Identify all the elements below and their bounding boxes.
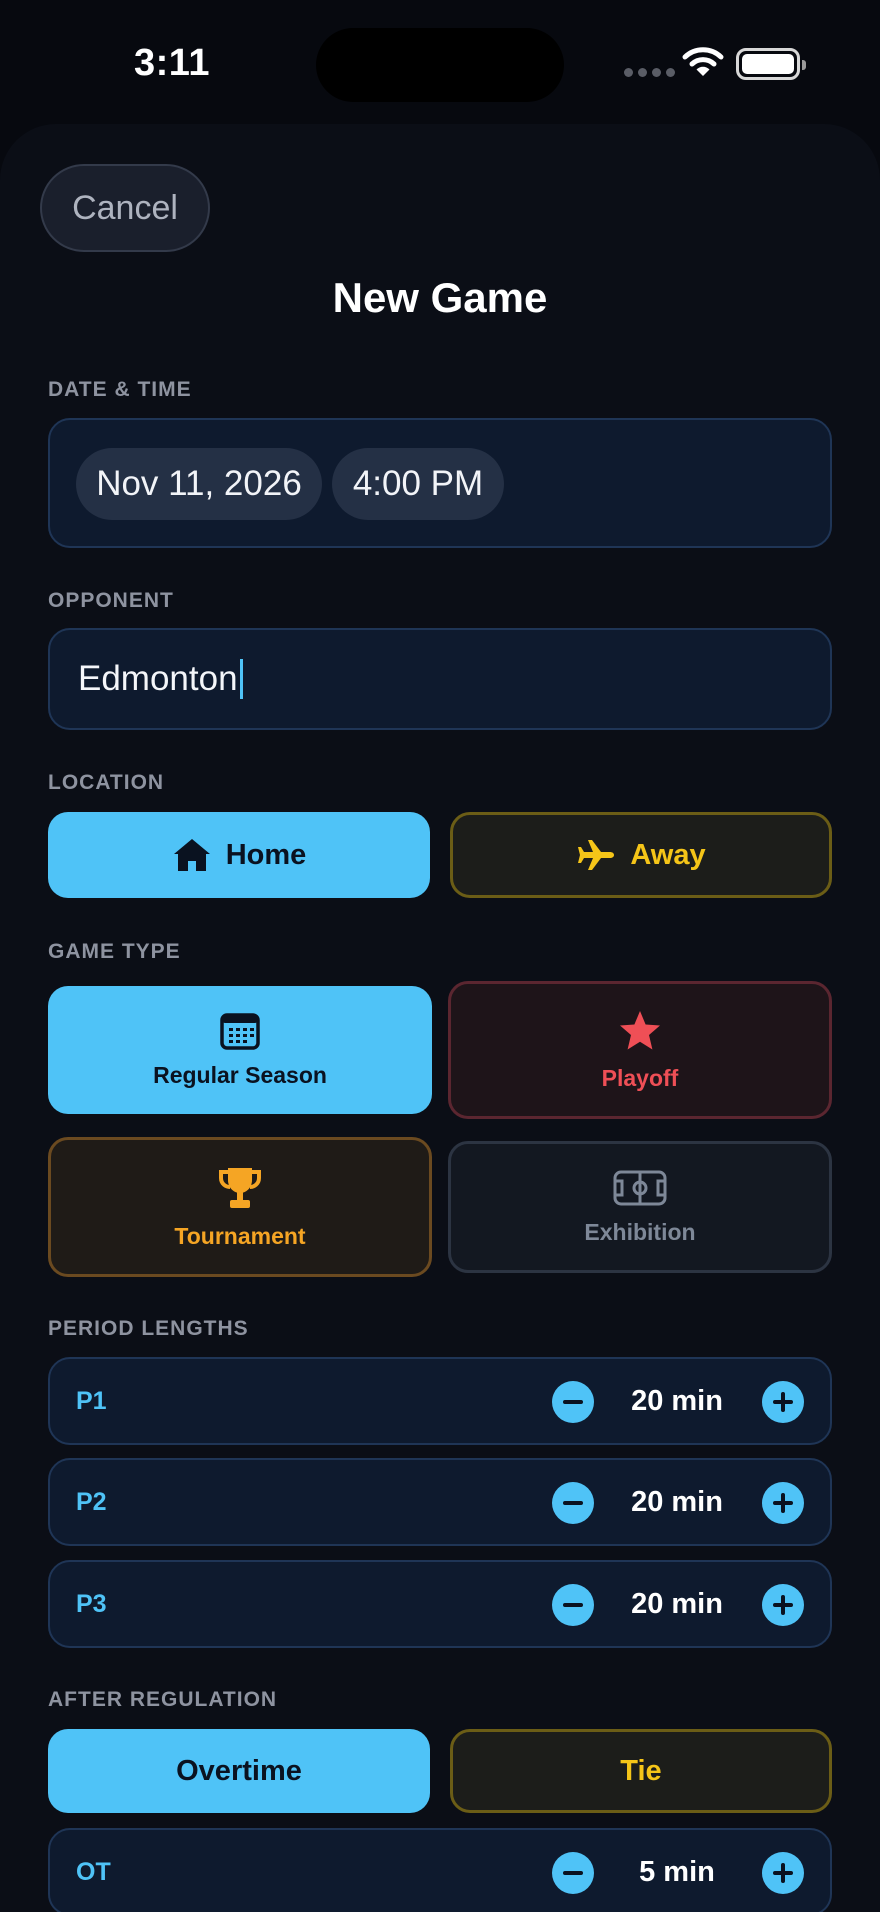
house-icon — [173, 839, 210, 871]
battery-icon — [736, 48, 806, 80]
tie-button[interactable]: Tie — [450, 1729, 832, 1813]
cellular-icon — [624, 68, 675, 77]
playoff-label: Playoff — [601, 1064, 679, 1091]
home-button[interactable]: Home — [48, 812, 430, 898]
home-label: Home — [225, 838, 307, 871]
minus-icon — [563, 1871, 583, 1875]
rink-icon — [613, 1170, 667, 1205]
star-icon — [620, 1010, 660, 1049]
exhibition-button[interactable]: Exhibition — [448, 1141, 832, 1273]
opponent-label: OPPONENT — [48, 589, 174, 612]
period-name: OT — [76, 1857, 111, 1886]
playoff-button[interactable]: Playoff — [448, 981, 832, 1119]
regular-season-button[interactable]: Regular Season — [48, 986, 432, 1114]
tournament-button[interactable]: Tournament — [48, 1137, 432, 1277]
opponent-value: Edmonton — [78, 659, 238, 698]
decrement-p1-button[interactable] — [552, 1381, 594, 1423]
period-lengths-label: PERIOD LENGTHS — [48, 1317, 249, 1340]
date-time-label: DATE & TIME — [48, 378, 192, 401]
cancel-button[interactable]: Cancel — [40, 164, 210, 252]
period-row-p3: P3 20 min — [48, 1560, 832, 1648]
increment-p1-button[interactable] — [762, 1381, 804, 1423]
status-time: 3:11 — [134, 42, 210, 84]
period-name: P1 — [76, 1386, 107, 1415]
dynamic-island — [316, 28, 564, 102]
minus-icon — [563, 1603, 583, 1607]
decrement-p3-button[interactable] — [552, 1584, 594, 1626]
opponent-field[interactable]: Edmonton — [48, 628, 832, 730]
increment-ot-button[interactable] — [762, 1852, 804, 1894]
location-label: LOCATION — [48, 771, 165, 794]
minus-icon — [563, 1400, 583, 1404]
away-label: Away — [630, 838, 706, 871]
tournament-label: Tournament — [174, 1222, 306, 1249]
increment-p3-button[interactable] — [762, 1584, 804, 1626]
trophy-icon — [219, 1167, 261, 1208]
after-regulation-label: AFTER REGULATION — [48, 1688, 278, 1711]
date-time-panel: Nov 11, 2026 4:00 PM — [48, 418, 832, 548]
decrement-p2-button[interactable] — [552, 1482, 594, 1524]
text-cursor — [239, 659, 243, 699]
period-row-p1: P1 20 min — [48, 1357, 832, 1445]
decrement-ot-button[interactable] — [552, 1852, 594, 1894]
period-value: 20 min — [631, 1384, 723, 1417]
overtime-button[interactable]: Overtime — [48, 1729, 430, 1813]
status-bar: 3:11 — [0, 0, 880, 124]
period-name: P3 — [76, 1589, 107, 1618]
tie-label: Tie — [620, 1754, 662, 1787]
game-type-label: GAME TYPE — [48, 940, 181, 963]
calendar-icon — [220, 1012, 260, 1050]
period-name: P2 — [76, 1487, 107, 1516]
regular-season-label: Regular Season — [153, 1061, 327, 1088]
period-value: 5 min — [639, 1855, 715, 1888]
minus-icon — [563, 1501, 583, 1505]
airplane-icon — [578, 840, 615, 870]
period-row-p2: P2 20 min — [48, 1458, 832, 1546]
period-value: 20 min — [631, 1485, 723, 1518]
overtime-label: Overtime — [176, 1754, 302, 1787]
time-picker[interactable]: 4:00 PM — [332, 448, 504, 520]
period-value: 20 min — [631, 1587, 723, 1620]
increment-p2-button[interactable] — [762, 1482, 804, 1524]
wifi-icon — [682, 47, 724, 76]
period-row-ot: OT 5 min — [48, 1828, 832, 1912]
page-title: New Game — [332, 274, 548, 321]
new-game-sheet: Cancel New Game DATE & TIME Nov 11, 2026… — [0, 124, 880, 1912]
date-picker[interactable]: Nov 11, 2026 — [76, 448, 322, 520]
away-button[interactable]: Away — [450, 812, 832, 898]
exhibition-label: Exhibition — [584, 1218, 696, 1245]
